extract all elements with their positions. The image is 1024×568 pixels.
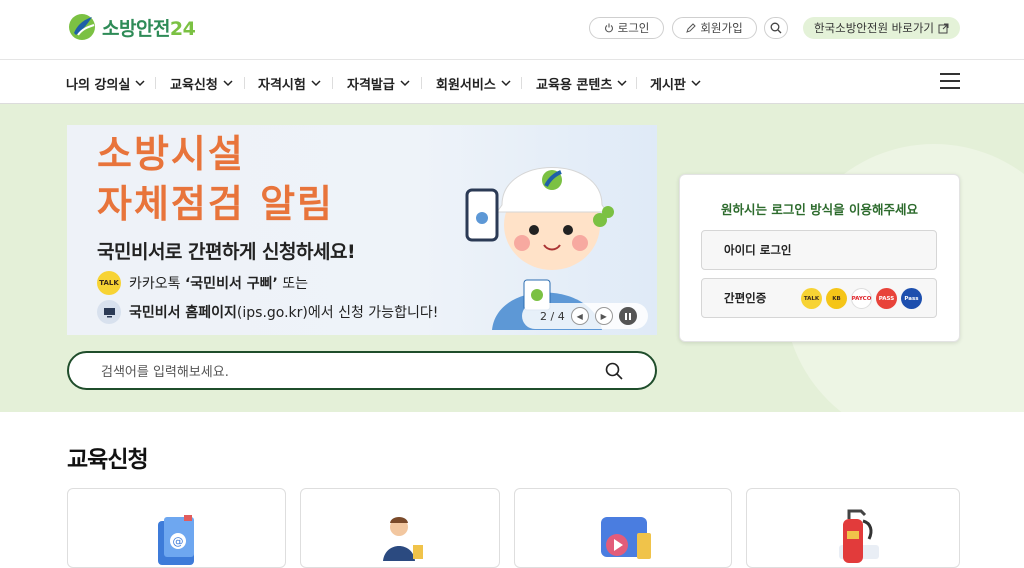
education-card[interactable] (514, 488, 732, 568)
next-slide-button[interactable]: ▶ (594, 307, 613, 325)
menu-icon[interactable] (940, 73, 960, 91)
prev-slide-button[interactable]: ◀ (570, 307, 589, 325)
chevron-down-icon (135, 80, 145, 87)
nav-certificate-issue[interactable]: 자격발급 (347, 74, 410, 93)
banner-pager: 2 / 4 ◀ ▶ (522, 303, 648, 329)
nav-divider (155, 77, 156, 89)
easy-auth-providers: TALK KB PAYCO PASS Pass (801, 288, 922, 309)
promo-banner[interactable]: 소방시설 자체점검 알림 국민비서로 간편하게 신청하세요! TALK 카카오톡… (67, 125, 657, 335)
nav-my-classroom[interactable]: 나의 강의실 (66, 74, 145, 93)
email-book-icon: @ (158, 515, 194, 565)
kakaotalk-icon[interactable]: TALK (801, 288, 822, 309)
main-search-field[interactable]: 검색어를 입력해보세요. (67, 351, 657, 390)
banner-row1-prefix: 카카오톡 (129, 276, 185, 292)
chevron-down-icon (311, 80, 321, 87)
site-logo[interactable]: 소방안전24 (68, 13, 196, 41)
logo-brand-number: 24 (169, 17, 196, 40)
nav-member-service[interactable]: 회원서비스 (436, 74, 511, 93)
payco-icon[interactable]: PAYCO (851, 288, 872, 309)
banner-row2-suffix: (ips.go.kr)에서 신청 가능합니다! (236, 305, 439, 321)
chevron-down-icon (501, 80, 511, 87)
banner-title-line2: 자체점검 알림 (97, 182, 334, 226)
easy-auth-label: 간편인증 (724, 291, 767, 305)
easy-auth-button[interactable]: 간편인증 TALK KB PAYCO PASS Pass (701, 278, 937, 318)
monitor-icon (97, 300, 121, 324)
nav-label: 교육용 콘텐츠 (536, 78, 613, 93)
kfi-external-link[interactable]: 한국소방안전원 바로가기 (803, 17, 960, 39)
banner-row1-suffix: 또는 (277, 276, 308, 292)
signup-button[interactable]: 회원가입 (672, 17, 757, 39)
banner-homepage-row: 국민비서 홈페이지(ips.go.kr)에서 신청 가능합니다! (97, 300, 438, 324)
top-bar: 소방안전24 로그인 회원가입 한국소방안전원 바로가기 (0, 0, 1024, 60)
pencil-icon (686, 23, 697, 33)
login-panel: 원하시는 로그인 방식을 이용해주세요 아이디 로그인 간편인증 TALK KB… (679, 174, 960, 342)
nav-board[interactable]: 게시판 (650, 74, 701, 93)
chevron-down-icon (223, 80, 233, 87)
nav-divider (521, 77, 522, 89)
samsung-pass-icon[interactable]: Pass (901, 288, 922, 309)
chevron-down-icon (400, 80, 410, 87)
nav-qualification-exam[interactable]: 자격시험 (258, 74, 321, 93)
nav-education-content[interactable]: 교육용 콘텐츠 (536, 74, 627, 93)
logo-icon (69, 14, 95, 40)
nav-education-apply[interactable]: 교육신청 (170, 74, 233, 93)
fire-extinguisher-icon (839, 509, 879, 563)
logo-brand-text: 소방안전 (102, 17, 170, 40)
nav-label: 나의 강의실 (66, 78, 131, 93)
banner-row2-bold: 국민비서 홈페이지 (129, 305, 237, 321)
login-button[interactable]: 로그인 (589, 17, 664, 39)
nav-label: 회원서비스 (436, 78, 496, 93)
signup-label: 회원가입 (700, 21, 743, 35)
nav-label: 자격발급 (347, 78, 395, 93)
nav-label: 자격시험 (258, 78, 306, 93)
banner-subtitle: 국민비서로 간편하게 신청하세요! (97, 241, 356, 263)
pass-icon[interactable]: PASS (876, 288, 897, 309)
banner-row1-bold: ‘국민비서 구삐’ (184, 276, 278, 292)
nav-divider (421, 77, 422, 89)
search-icon (770, 22, 782, 34)
kfi-link-label: 한국소방안전원 바로가기 (813, 21, 935, 35)
chevron-down-icon (691, 80, 701, 87)
education-card[interactable]: @ (67, 488, 286, 568)
nav-label: 게시판 (650, 78, 686, 93)
nav-divider (244, 77, 245, 89)
person-icon (383, 517, 423, 561)
search-placeholder: 검색어를 입력해보세요. (101, 365, 229, 380)
pager-total: 4 (557, 309, 565, 323)
svg-text:@: @ (173, 535, 184, 548)
id-login-button[interactable]: 아이디 로그인 (701, 230, 937, 270)
login-label: 로그인 (617, 21, 650, 35)
chevron-down-icon (617, 80, 627, 87)
login-panel-title: 원하시는 로그인 방식을 이용해주세요 (720, 202, 919, 217)
pager-current: 2 (540, 309, 547, 323)
nav-divider (332, 77, 333, 89)
id-login-label: 아이디 로그인 (724, 243, 792, 257)
video-play-icon (601, 517, 651, 559)
top-search-button[interactable] (764, 17, 788, 39)
hero-section: 소방시설 자체점검 알림 국민비서로 간편하게 신청하세요! TALK 카카오톡… (0, 104, 1024, 412)
main-nav: 나의 강의실 교육신청 자격시험 자격발급 회원서비스 교육용 콘텐츠 게시판 (0, 61, 1024, 104)
education-card[interactable] (746, 488, 960, 568)
kakaotalk-icon: TALK (97, 271, 121, 295)
nav-divider (636, 77, 637, 89)
search-icon[interactable] (605, 362, 623, 380)
nav-label: 교육신청 (170, 78, 218, 93)
pause-slide-button[interactable] (618, 307, 637, 325)
power-icon (604, 23, 613, 33)
banner-title-line1: 소방시설 (97, 132, 245, 176)
banner-kakao-row: TALK 카카오톡 ‘국민비서 구삐’ 또는 (97, 271, 308, 295)
section-title: 교육신청 (67, 447, 149, 473)
education-card[interactable] (300, 488, 500, 568)
external-link-icon (938, 23, 949, 33)
kb-icon[interactable]: KB (826, 288, 847, 309)
